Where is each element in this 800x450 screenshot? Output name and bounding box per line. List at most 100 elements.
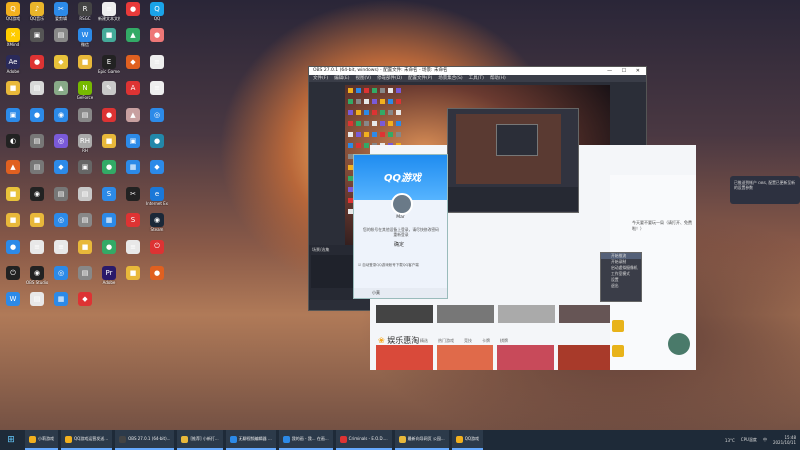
game-card[interactable]	[376, 345, 433, 370]
notification-toast[interactable]: 已推送到帐户 OBS, 配置已更新至新的设置参数	[730, 176, 800, 204]
desktop-icon[interactable]: Ae Adobe	[2, 54, 24, 74]
menu-item[interactable]: 编辑(E)	[334, 76, 349, 81]
desktop-icon[interactable]: S	[98, 186, 120, 201]
desktop-icon[interactable]: ≡	[122, 239, 144, 254]
menu-item[interactable]: 帮助(H)	[490, 76, 506, 81]
thumb[interactable]	[559, 305, 616, 323]
desktop-icon[interactable]: ≡ 新建文本文档	[98, 2, 120, 21]
weather[interactable]: 13°C	[725, 438, 735, 443]
desktop-icon[interactable]: ■	[26, 213, 48, 228]
desktop-icon[interactable]: ■	[122, 266, 144, 280]
desktop-icon[interactable]: ◆	[74, 292, 96, 307]
scenes-list[interactable]	[311, 255, 355, 288]
desktop-icon[interactable]: ▲	[50, 81, 72, 96]
desktop-icon[interactable]: ◎	[50, 213, 72, 228]
qq-avatar[interactable]	[391, 193, 413, 215]
desktop-icon[interactable]: ✎	[98, 81, 120, 96]
desktop-icon[interactable]: ●	[122, 2, 144, 16]
desktop-icon[interactable]: W	[2, 292, 24, 307]
menu-item[interactable]: 工具(T)	[469, 76, 484, 81]
desktop-icon[interactable]: ⏻	[146, 239, 168, 254]
desktop-icon[interactable]: ▲	[122, 28, 144, 43]
qq-login-dialog[interactable]: QQ游戏 Mar 您的帐号在其他设备上登录，请尽快修改密码重新登录 确定 ☑ 自…	[353, 154, 448, 299]
desktop-icon[interactable]: ▤	[74, 266, 96, 280]
qqgame-tab[interactable]: 卡牌	[482, 338, 490, 343]
desktop-icon[interactable]: ✕ XMind	[2, 28, 24, 47]
taskbar-item[interactable]: QQ游戏运营发送...	[61, 430, 113, 450]
game-card[interactable]	[497, 345, 554, 370]
desktop-icon[interactable]: R RSGC	[74, 2, 96, 21]
desktop-icon[interactable]: ▤	[26, 160, 48, 175]
desktop-icon[interactable]: ✂ 爱剪辑	[50, 2, 72, 21]
thumb[interactable]	[437, 305, 494, 323]
cpu-temp[interactable]: CPU温度	[741, 437, 757, 443]
desktop-icon[interactable]: ≡	[50, 239, 72, 254]
taskbar-item[interactable]: 小莉游戏	[25, 430, 58, 450]
desktop-icon[interactable]: N GeForce	[74, 81, 96, 100]
qqgame-tab[interactable]: 棋牌	[500, 338, 508, 343]
menu-item[interactable]: 配置文件(P)	[408, 76, 432, 81]
desktop-icon[interactable]: ◎	[146, 107, 168, 122]
taskbar-item[interactable]: 最新向导网页 公园...	[394, 430, 449, 450]
desktop-icon[interactable]: ●	[98, 160, 120, 175]
desktop-icon[interactable]: S	[122, 213, 144, 228]
desktop-icon[interactable]: E Epic Games	[98, 54, 120, 74]
desktop-icon[interactable]: W 微信	[74, 28, 96, 47]
desktop-icon[interactable]: ●	[98, 107, 120, 122]
desktop-icon[interactable]: ▤	[26, 292, 48, 307]
controls-context-menu[interactable]: 开始推流 开始录制 启动虚拟摄像机 工作室模式 设置 退出	[600, 252, 642, 302]
desktop-icon[interactable]: ▤	[26, 134, 48, 148]
desktop-icon[interactable]: ■	[74, 239, 96, 254]
obs-titlebar[interactable]: OBS 27.0.1 (64-bit, windows) - 配置文件: 未命名…	[309, 67, 646, 75]
desktop-icon[interactable]: ▣	[74, 160, 96, 175]
start-button[interactable]: ⊞	[0, 430, 22, 450]
qqgame-tab[interactable]: 热门游戏	[438, 338, 454, 343]
input-language[interactable]: 中	[763, 437, 767, 443]
desktop-icon[interactable]: Q QQ	[146, 2, 168, 21]
desktop-icon[interactable]: ◆	[122, 54, 144, 69]
desktop-icon[interactable]: ●	[26, 54, 48, 69]
desktop-icon[interactable]: ▣	[122, 134, 144, 148]
desktop-icon[interactable]: ◉	[26, 186, 48, 201]
desktop-icon[interactable]: ▦	[122, 160, 144, 175]
desktop-icon[interactable]: ◎	[50, 266, 72, 280]
desktop-icon[interactable]: ■	[2, 213, 24, 228]
taskbar-item[interactable]: Criminals - E.O.D....	[335, 430, 392, 450]
desktop-icon[interactable]: ✂	[122, 186, 144, 201]
desktop-icon[interactable]: ▲	[2, 160, 24, 175]
desktop-icon[interactable]: Q QQ游戏	[2, 2, 24, 21]
desktop-icon[interactable]: ▦	[98, 213, 120, 228]
desktop-icon[interactable]: ■	[98, 134, 120, 148]
desktop-icon[interactable]: ▣	[26, 28, 48, 43]
desktop-icon[interactable]: eInternet Explorer	[146, 186, 168, 206]
desktop-icon[interactable]: ◆	[50, 54, 72, 69]
desktop-icon[interactable]: A	[122, 81, 144, 96]
desktop-icon[interactable]: ■	[98, 28, 120, 43]
desktop-icon[interactable]: ▤	[50, 186, 72, 201]
context-menu-item[interactable]: 退出	[601, 283, 641, 289]
desktop-icon[interactable]: ♪ QQ音乐	[26, 2, 48, 21]
desktop-icon[interactable]: ◐	[2, 134, 24, 148]
desktop-icon[interactable]: RH RH	[74, 134, 96, 153]
desktop-icon[interactable]: ≡	[146, 54, 168, 69]
desktop-icon[interactable]: ●	[146, 134, 168, 148]
menu-item[interactable]: 文件(F)	[313, 76, 328, 81]
desktop-icon[interactable]: ●	[146, 28, 168, 43]
game-card[interactable]	[557, 345, 614, 370]
desktop-icon[interactable]: ●	[146, 266, 168, 280]
taskbar-item[interactable]: [推荐] 小新打...	[177, 430, 223, 450]
desktop-icon[interactable]: ■	[2, 186, 24, 201]
desktop-icon[interactable]: ≡	[26, 239, 48, 254]
taskbar-item[interactable]: 我的画 - 我... 在画...	[278, 430, 333, 450]
taskbar-item[interactable]: 无聊视频编辑器 ...	[225, 430, 276, 450]
desktop-icon[interactable]: ▤	[26, 81, 48, 96]
desktop-icon[interactable]: ▣	[2, 107, 24, 122]
desktop-icon[interactable]: ▦	[50, 292, 72, 307]
desktop-icon[interactable]: ▤	[74, 213, 96, 228]
desktop-icon[interactable]: ≡	[146, 81, 168, 96]
desktop-icon[interactable]: ▤	[74, 107, 96, 122]
checkbox-icon[interactable]: ☑	[358, 263, 361, 267]
thumb[interactable]	[498, 305, 555, 323]
menu-item[interactable]: 停靠部件(D)	[377, 76, 402, 81]
sidebar-game-icon[interactable]	[612, 320, 624, 332]
